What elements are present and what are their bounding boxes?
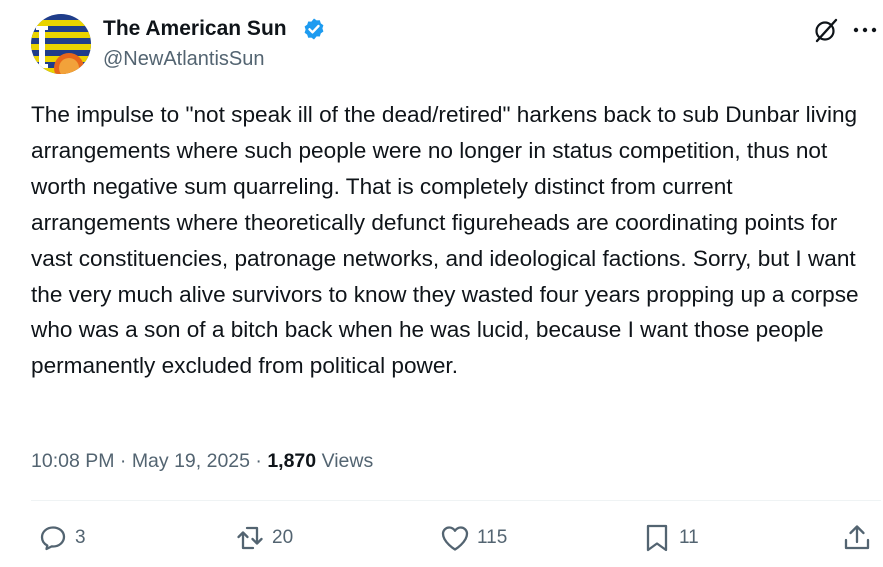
avatar[interactable]: [31, 14, 91, 74]
like-count: 115: [477, 527, 508, 548]
striped-flag-sun-avatar-icon: [31, 14, 91, 74]
repost-button[interactable]: 20: [234, 520, 293, 556]
bookmark-button[interactable]: 11: [641, 520, 699, 556]
reply-icon: [40, 526, 66, 551]
meta-separator: ·: [119, 450, 127, 472]
share-icon: [844, 525, 870, 550]
reply-button[interactable]: 3: [37, 520, 86, 556]
views-count: 1,870: [267, 450, 317, 472]
like-button[interactable]: 115: [439, 520, 507, 556]
share-button[interactable]: [841, 520, 873, 556]
divider: [31, 500, 881, 501]
bookmark-count: 11: [679, 527, 699, 548]
repost-icon: [237, 526, 263, 550]
tweet-time[interactable]: 10:08 PM: [31, 450, 114, 472]
tweet-metadata: 10:08 PM · May 19, 2025 · 1,870 Views: [31, 446, 373, 476]
author-handle[interactable]: @NewAtlantisSun: [103, 46, 264, 72]
author-display-name[interactable]: The American Sun: [103, 15, 287, 43]
heart-icon: [441, 526, 469, 551]
more-dots-icon[interactable]: [852, 26, 878, 34]
views-label: Views: [321, 450, 374, 472]
reply-count: 3: [75, 527, 86, 548]
meta-separator: ·: [255, 450, 262, 472]
bookmark-icon: [646, 524, 668, 552]
tweet-text: The impulse to "not speak ill of the dea…: [31, 102, 859, 379]
grok-icon[interactable]: [812, 16, 840, 44]
verified-badge-icon: [304, 18, 324, 40]
tweet-date[interactable]: May 19, 2025: [132, 450, 250, 472]
repost-count: 20: [272, 527, 294, 548]
